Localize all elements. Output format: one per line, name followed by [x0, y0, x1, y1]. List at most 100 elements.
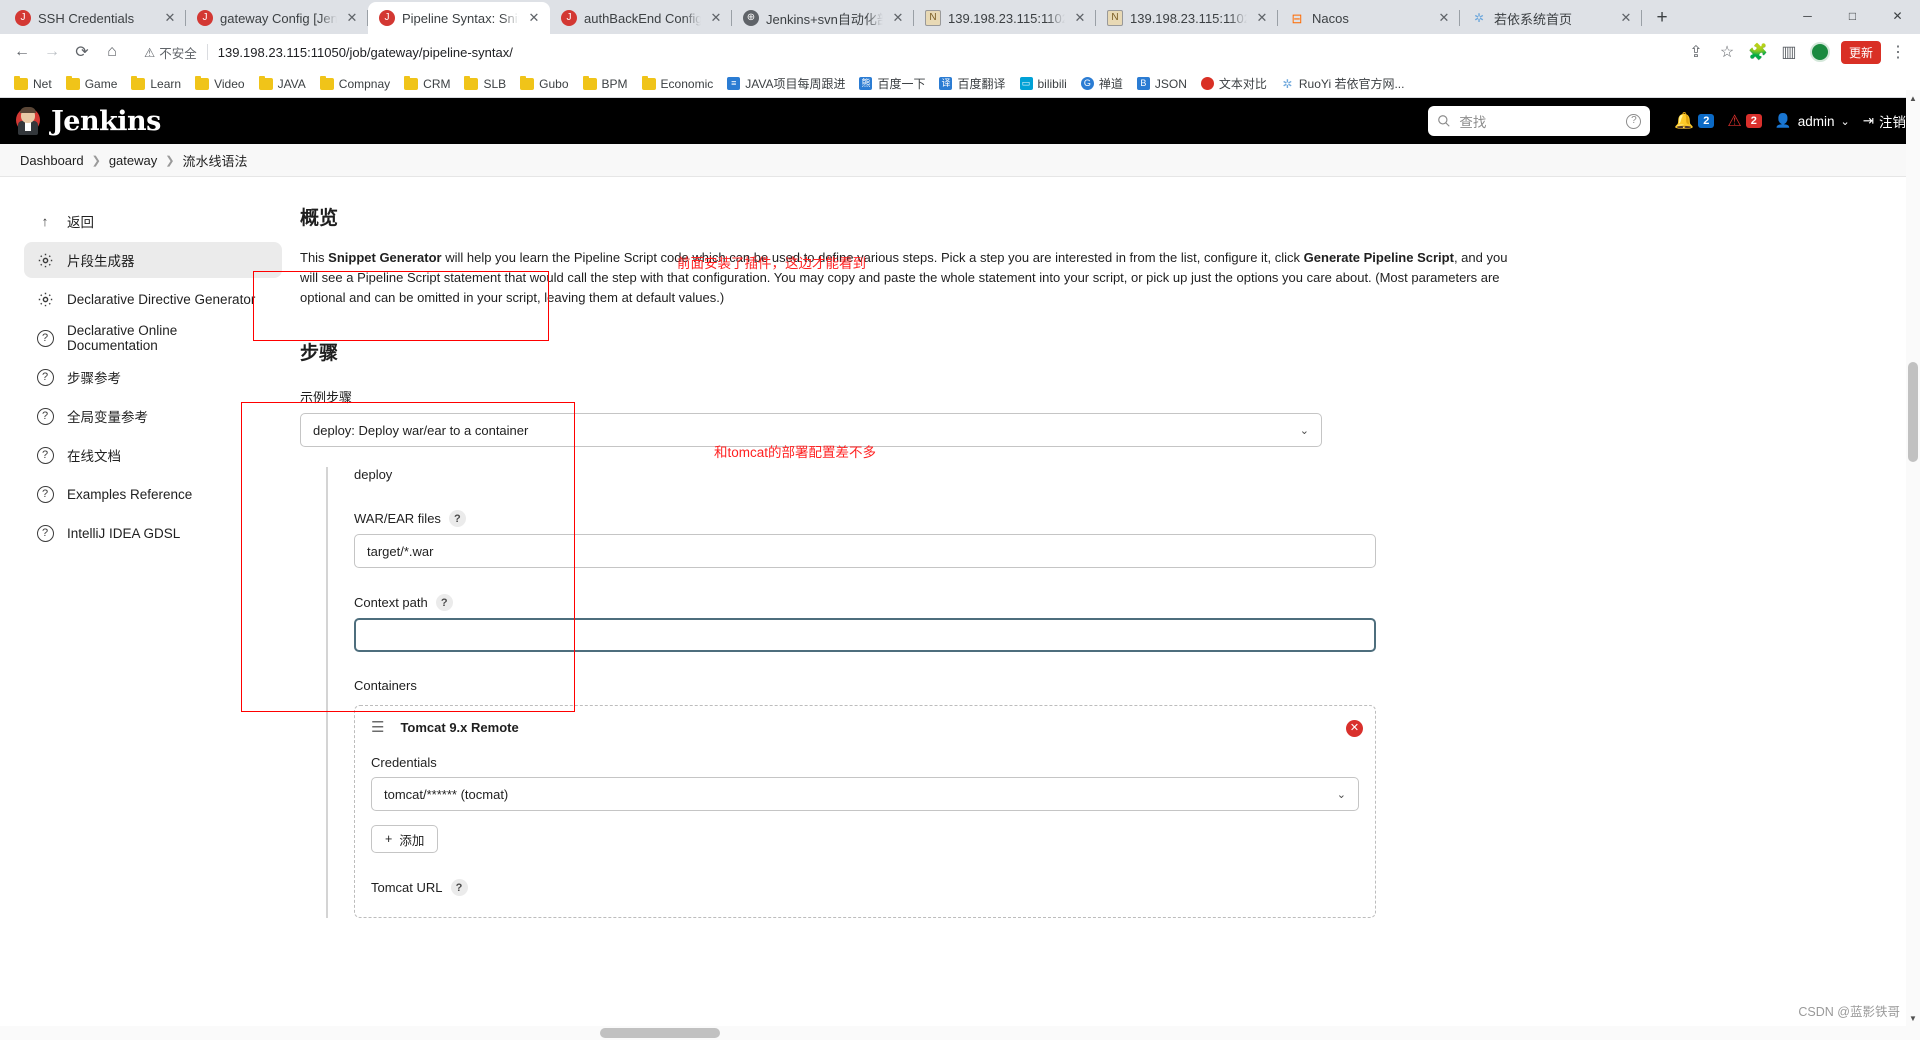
war-files-label: WAR/EAR files ? — [354, 510, 1880, 528]
share-icon[interactable]: ⇪ — [1682, 38, 1710, 66]
logout-button[interactable]: ⇥ 注销 — [1863, 111, 1906, 131]
bookmark-item[interactable]: Compnay — [314, 74, 396, 94]
vertical-scrollbar[interactable]: ▲ ▼ — [1906, 90, 1920, 1040]
tab-title: authBackEnd Config — [584, 10, 701, 26]
tab-title: 139.198.23.115:11020 — [1130, 10, 1247, 26]
tab-close-icon[interactable]: ✕ — [1072, 10, 1088, 26]
tab-close-icon[interactable]: ✕ — [890, 10, 906, 26]
sidebar-item-global-variable-reference[interactable]: ? 全局变量参考 — [24, 398, 282, 434]
horizontal-scrollbar-thumb[interactable] — [600, 1028, 720, 1038]
help-icon[interactable]: ? — [450, 879, 468, 897]
bookmark-item[interactable]: Gubo — [514, 74, 574, 94]
intro-text-2: will help you learn the Pipeline Script … — [441, 250, 1304, 265]
update-button[interactable]: 更新 — [1840, 40, 1881, 64]
search-input[interactable]: 查找 ? — [1428, 106, 1651, 136]
sidebar-item-online-documentation[interactable]: ? 在线文档 — [24, 437, 282, 473]
sidebar-item-intellij-idea-gdsl[interactable]: ? IntelliJ IDEA GDSL — [24, 515, 282, 551]
tab-close-icon[interactable]: ✕ — [526, 10, 542, 26]
browser-tab[interactable]: N 139.198.23.115:11020 ✕ — [914, 2, 1096, 34]
notifications-button[interactable]: 🔔 2 — [1674, 111, 1715, 131]
remove-container-button[interactable]: ✕ — [1346, 720, 1363, 738]
scroll-up-arrow-icon[interactable]: ▲ — [1906, 90, 1920, 106]
search-help-icon[interactable]: ? — [1626, 113, 1642, 129]
star-icon[interactable]: ☆ — [1713, 38, 1741, 66]
tab-close-icon[interactable]: ✕ — [162, 10, 178, 26]
credentials-select[interactable]: tomcat/****** (tocmat) ⌄ — [371, 777, 1359, 812]
bookmark-item[interactable]: Video — [189, 74, 250, 94]
bookmark-item[interactable]: Learn — [125, 74, 187, 94]
breadcrumb-item-gateway[interactable]: gateway — [109, 153, 157, 168]
home-icon[interactable]: ⌂ — [98, 38, 126, 66]
maximize-button[interactable]: □ — [1830, 0, 1875, 32]
reload-icon[interactable]: ⟳ — [68, 38, 96, 66]
add-credentials-button[interactable]: + 添加 — [371, 825, 439, 854]
bookmark-label: JAVA — [277, 76, 306, 91]
tab-title: Pipeline Syntax: Snippet — [402, 10, 519, 26]
bookmark-item[interactable]: BPM — [577, 74, 634, 94]
breadcrumb-item-pipeline-syntax[interactable]: 流水线语法 — [182, 151, 247, 170]
horizontal-scrollbar[interactable] — [0, 1026, 1906, 1040]
sidebar-item-examples-reference[interactable]: ? Examples Reference — [24, 476, 282, 512]
sidebar-item-declarative-online-documentation[interactable]: ? Declarative Online Documentation — [24, 320, 282, 356]
minimize-button[interactable]: ─ — [1785, 0, 1830, 32]
bookmark-item[interactable]: ≡ JAVA项目每周跟进 — [721, 72, 851, 95]
drag-handle-icon[interactable]: ☰ — [371, 720, 384, 735]
bookmark-item[interactable]: ✲ RuoYi 若依官方网... — [1275, 72, 1411, 95]
tab-close-icon[interactable]: ✕ — [344, 10, 360, 26]
url-text: 139.198.23.115:11050/job/gateway/pipelin… — [217, 44, 513, 60]
browser-tab[interactable]: N 139.198.23.115:11020 ✕ — [1096, 2, 1278, 34]
avatar[interactable] — [1806, 38, 1834, 66]
user-menu[interactable]: 👤 admin ⌄ — [1775, 113, 1850, 129]
browser-tab[interactable]: J authBackEnd Config ✕ — [550, 2, 732, 34]
bookmark-item[interactable]: Game — [60, 74, 124, 94]
folder-icon — [319, 75, 334, 90]
sidebar-item-steps-reference[interactable]: ? 步骤参考 — [24, 359, 282, 395]
bookmark-item[interactable]: 熊百度一下 — [853, 72, 931, 95]
browser-tab-active[interactable]: J Pipeline Syntax: Snippet ✕ — [368, 2, 550, 34]
forward-icon[interactable]: → — [38, 38, 66, 66]
browser-tab[interactable]: ⊟ Nacos ✕ — [1278, 2, 1460, 34]
tab-title: 139.198.23.115:11020 — [948, 10, 1065, 26]
bookmark-item[interactable]: 译百度翻译 — [933, 72, 1011, 95]
bookmark-item[interactable]: ▭ bilibili — [1014, 74, 1073, 94]
bookmark-item[interactable]: G 禅道 — [1075, 72, 1129, 95]
browser-tab[interactable]: ✲ 若依系统首页 ✕ — [1460, 2, 1642, 34]
globe-favicon: ⊕ — [743, 10, 759, 26]
sidebar-item-declarative-directive-generator[interactable]: Declarative Directive Generator — [24, 281, 282, 317]
help-icon[interactable]: ? — [448, 510, 466, 528]
bookmark-item[interactable]: JAVA — [253, 74, 312, 94]
kebab-menu-icon[interactable]: ⋮ — [1884, 38, 1912, 66]
browser-tab[interactable]: J gateway Config [Jenkins] ✕ — [186, 2, 368, 34]
tab-close-icon[interactable]: ✕ — [1618, 10, 1634, 26]
breadcrumb-item-dashboard[interactable]: Dashboard — [20, 153, 84, 168]
context-path-input[interactable] — [354, 618, 1376, 653]
bookmark-item[interactable]: Economic — [636, 74, 720, 94]
tab-close-icon[interactable]: ✕ — [1254, 10, 1270, 26]
bookmark-item[interactable]: 文本对比 — [1195, 72, 1273, 95]
vertical-scrollbar-thumb[interactable] — [1908, 362, 1918, 462]
help-icon[interactable]: ? — [435, 594, 453, 612]
scroll-down-arrow-icon[interactable]: ▼ — [1906, 1010, 1920, 1026]
sidepanel-icon[interactable]: ▥ — [1775, 38, 1803, 66]
back-icon[interactable]: ← — [8, 38, 36, 66]
new-tab-button[interactable]: + — [1648, 4, 1676, 32]
sidebar-item-back[interactable]: ↑ 返回 — [24, 203, 282, 239]
tab-close-icon[interactable]: ✕ — [1436, 10, 1452, 26]
close-window-button[interactable]: ✕ — [1875, 0, 1920, 32]
sidebar-item-snippet-generator[interactable]: 片段生成器 — [24, 242, 282, 278]
not-secure-indicator[interactable]: ⚠ 不安全 — [144, 43, 197, 62]
address-bar[interactable]: ⚠ 不安全 139.198.23.115:11050/job/gateway/p… — [134, 38, 1674, 66]
war-files-input[interactable]: target/*.war — [354, 534, 1376, 569]
bookmark-item[interactable]: CRM — [398, 74, 456, 94]
tab-close-icon[interactable]: ✕ — [708, 10, 724, 26]
browser-tab[interactable]: ⊕ Jenkins+svn自动化部署 ✕ — [732, 2, 914, 34]
browser-tab[interactable]: J SSH Credentials ✕ — [4, 2, 186, 34]
jenkins-logo[interactable]: Jenkins — [14, 106, 161, 137]
warnings-button[interactable]: ⚠ 2 — [1727, 111, 1762, 131]
puzzle-icon[interactable]: 🧩 — [1744, 38, 1772, 66]
folder-icon — [520, 75, 535, 90]
bookmark-item[interactable]: Net — [8, 74, 58, 94]
bookmark-item[interactable]: SLB — [458, 74, 512, 94]
warning-badge: 2 — [1745, 114, 1762, 128]
bookmark-item[interactable]: B JSON — [1131, 74, 1193, 94]
